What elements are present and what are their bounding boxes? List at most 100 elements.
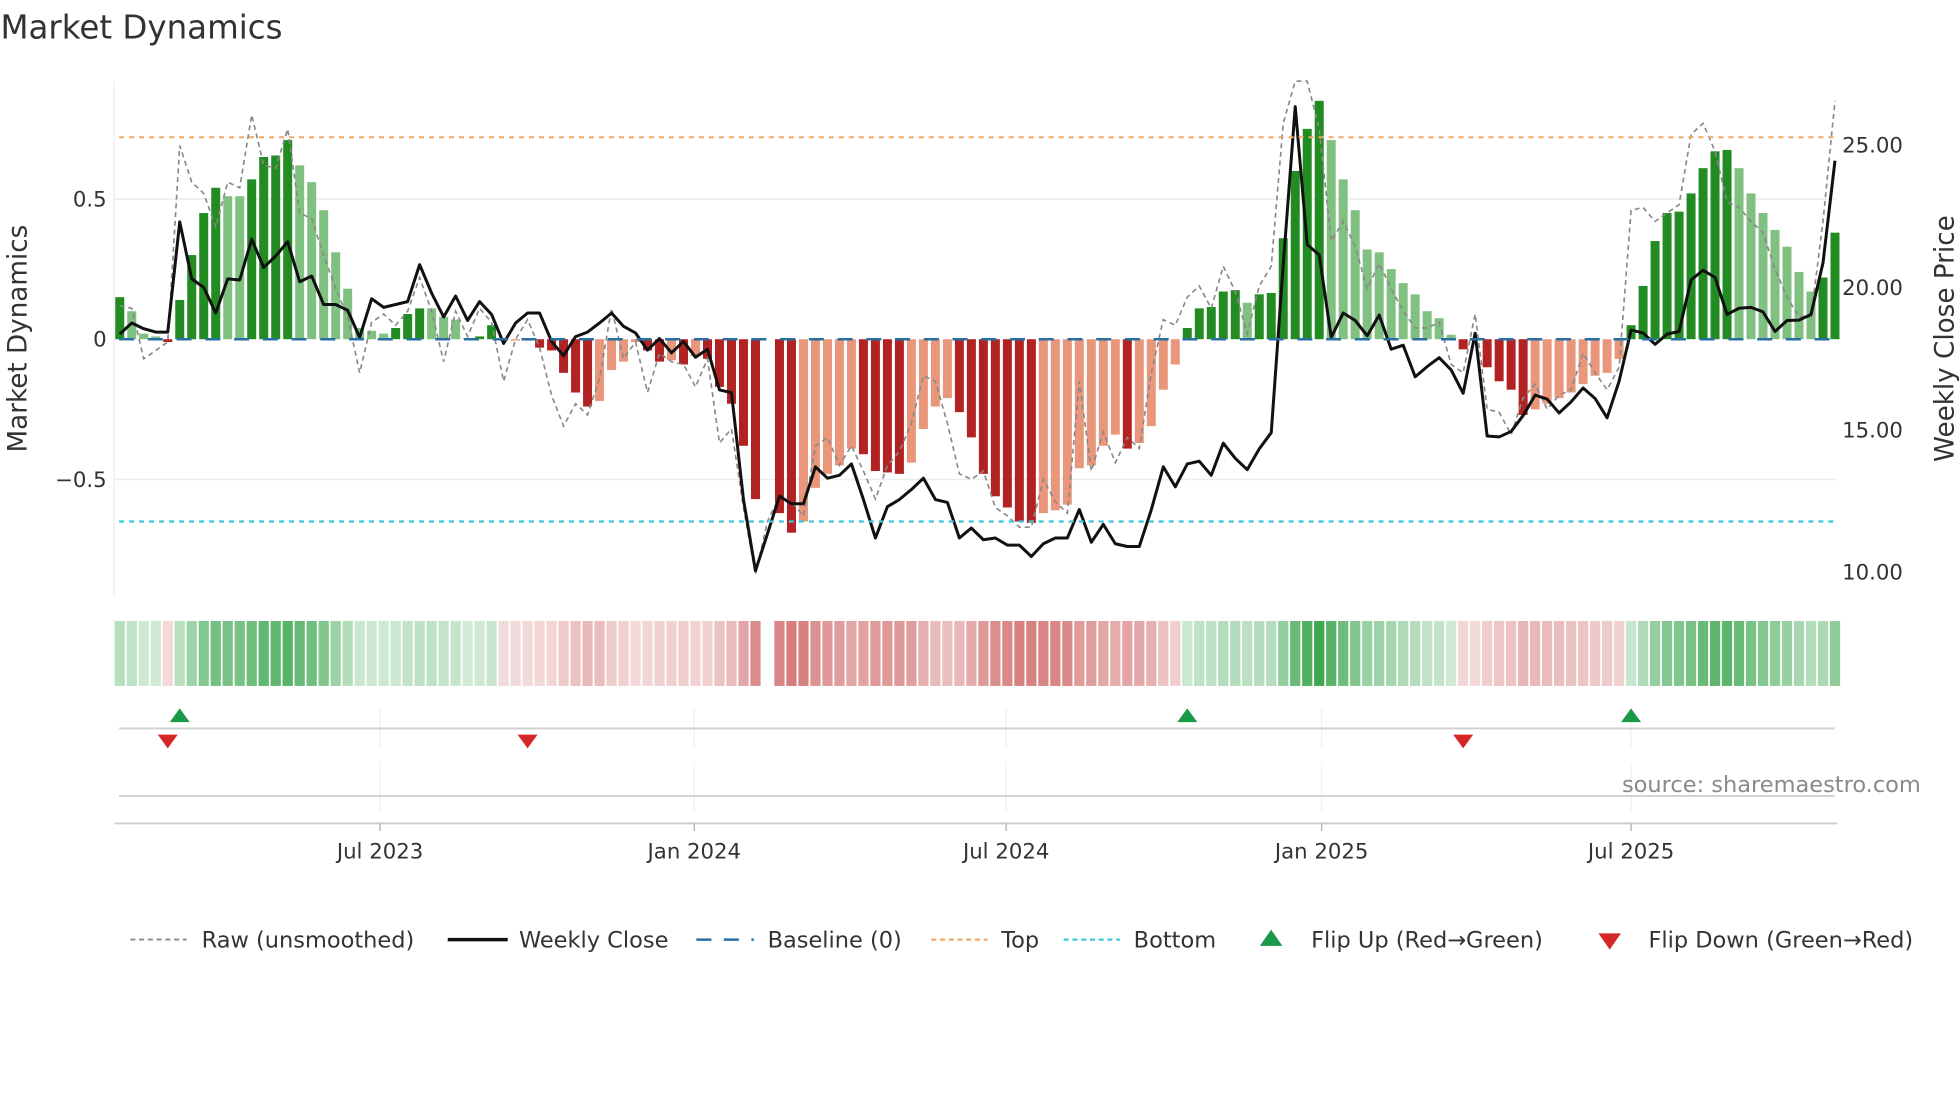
regime-cell <box>1050 620 1061 686</box>
regime-cell <box>1410 620 1421 686</box>
dynamics-bar <box>1074 339 1084 469</box>
regime-cell <box>1266 620 1277 686</box>
regime-cell <box>1350 620 1361 686</box>
dynamics-bar <box>1002 339 1012 508</box>
dynamics-bar <box>1746 193 1756 340</box>
dynamics-bar <box>738 339 748 446</box>
regime-cell <box>798 620 809 686</box>
regime-cell <box>1290 620 1301 686</box>
dynamics-bar <box>583 339 593 407</box>
regime-cell <box>1242 620 1253 686</box>
dynamics-bar <box>1014 339 1024 522</box>
dynamics-bar <box>211 187 221 340</box>
regime-cell <box>1733 620 1745 686</box>
y-tick-label: 0.5 <box>73 187 107 212</box>
dynamics-bar <box>271 155 281 340</box>
dynamics-bar <box>247 179 257 340</box>
dynamics-bar <box>1494 339 1504 382</box>
regime-cell <box>210 620 221 686</box>
dynamics-bar <box>223 196 233 340</box>
dynamics-bar <box>1386 269 1396 340</box>
weekly-close-line <box>118 105 1837 573</box>
regime-cell <box>1649 620 1661 686</box>
dynamics-bar <box>1194 308 1204 340</box>
dynamics-bar <box>595 339 605 401</box>
dynamics-bar <box>846 339 856 449</box>
y2-tick-label: 15.00 <box>1842 418 1903 443</box>
dynamics-bar <box>750 339 760 500</box>
regime-cell <box>1254 620 1265 686</box>
dynamics-bar <box>858 339 868 455</box>
regime-cell <box>1086 620 1097 686</box>
dynamics-bar <box>894 339 904 474</box>
dynamics-bar <box>1158 339 1168 390</box>
regime-cell <box>882 620 893 686</box>
regime-cell <box>222 620 233 686</box>
regime-cell <box>366 620 377 686</box>
regime-cell <box>450 620 461 686</box>
regime-cell <box>150 620 161 686</box>
x-axis-ticks: Jul 2023 Jan 2024 Jul 2024 Jan 2025 Jul 2025 <box>335 823 1674 864</box>
dynamics-bar <box>1686 193 1696 340</box>
dynamics-bar <box>1554 339 1564 399</box>
regime-cell <box>822 620 833 686</box>
legend-flip-down-icon <box>1598 933 1621 950</box>
left-axis-label: Market Dynamics <box>4 225 34 453</box>
dynamics-bars <box>115 100 1840 533</box>
dynamics-bar <box>1230 290 1240 340</box>
regime-cell <box>642 620 653 686</box>
regime-cell <box>594 620 605 686</box>
regime-cell <box>474 620 485 686</box>
regime-cell <box>558 620 569 686</box>
regime-cell <box>1553 620 1565 686</box>
regime-cell <box>330 620 341 686</box>
regime-cell <box>234 620 245 686</box>
dynamics-bar <box>451 319 461 340</box>
regime-cell <box>1673 620 1685 686</box>
regime-cell <box>1026 620 1037 686</box>
regime-cell <box>1362 620 1373 686</box>
regime-cell <box>270 620 281 686</box>
regime-cell <box>198 620 209 686</box>
reference-lines <box>119 136 1835 523</box>
regime-cell <box>174 620 185 686</box>
regime-cell <box>1206 620 1217 686</box>
legend-label: Bottom <box>1134 928 1216 954</box>
chart-title: Market Dynamics <box>0 9 282 47</box>
regime-cell <box>306 620 317 686</box>
regime-cell <box>726 620 737 686</box>
regime-cell <box>1062 620 1073 686</box>
x-tick-label: Jan 2024 <box>646 839 742 864</box>
regime-cell <box>282 620 293 686</box>
dynamics-bar <box>175 299 185 340</box>
regime-cell <box>1146 620 1157 686</box>
regime-cell <box>546 620 557 686</box>
dynamics-bar <box>619 339 629 362</box>
dynamics-bar <box>1662 213 1672 340</box>
dynamics-bar <box>966 339 976 438</box>
regime-cell <box>630 620 641 686</box>
regime-cell <box>918 620 929 686</box>
regime-cell <box>390 620 401 686</box>
dynamics-bar <box>1578 339 1588 385</box>
legend-label: Flip Down (Green→Red) <box>1648 928 1913 954</box>
regime-cell <box>1278 620 1289 686</box>
dynamics-bar <box>1698 168 1708 340</box>
regime-cell <box>1506 620 1517 686</box>
legend-label: Top <box>1000 928 1039 954</box>
regime-cell <box>1014 620 1025 686</box>
dynamics-bar <box>1182 328 1192 340</box>
regime-cell <box>462 620 473 686</box>
dynamics-bar <box>834 339 844 466</box>
dynamics-bar <box>774 339 784 514</box>
regime-cell <box>1781 620 1793 686</box>
regime-cell <box>1446 620 1457 686</box>
dynamics-bar <box>415 308 425 340</box>
regime-cell <box>1326 620 1337 686</box>
regime-cell <box>978 620 989 686</box>
regime-cell <box>738 620 749 686</box>
regime-cell <box>714 620 725 686</box>
regime-cell <box>1302 620 1313 686</box>
regime-cell <box>1122 620 1133 686</box>
dynamics-bar <box>163 339 173 343</box>
